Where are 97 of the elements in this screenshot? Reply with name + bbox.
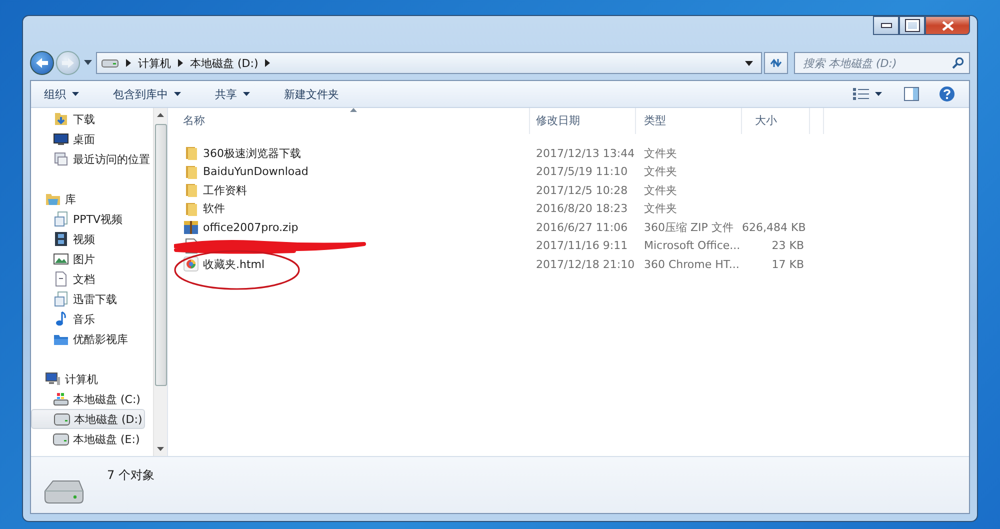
folder-icon — [183, 164, 199, 180]
column-header[interactable]: 修改日期 — [530, 108, 636, 134]
drive-icon — [54, 411, 70, 427]
browser-file-icon — [183, 256, 199, 272]
sidebar-item[interactable]: 最近访问的位置 — [31, 149, 153, 169]
table-cell-text: 360压缩 ZIP 文件 — [643, 220, 734, 235]
archive-icon — [183, 219, 199, 236]
sidebar-item[interactable]: 优酷影视库 — [31, 329, 153, 349]
table-cell-text: 文件夹 — [643, 182, 678, 198]
chevron-icon[interactable] — [265, 59, 270, 67]
back-button[interactable] — [30, 51, 54, 75]
column-header[interactable]: 大小 — [742, 108, 810, 134]
library-icon — [45, 191, 61, 207]
file-name[interactable]: 软件 — [203, 201, 225, 216]
sort-arrow-icon — [350, 108, 357, 112]
system-drive-icon — [53, 391, 69, 407]
dropdown-caret-icon[interactable] — [745, 60, 753, 66]
sidebar-item[interactable]: 本地磁盘 (D:) — [31, 409, 145, 429]
library-document-icon — [53, 211, 69, 227]
scroll-up-icon[interactable] — [157, 113, 164, 117]
table-cell-text: 2017/5/19 11:10 — [535, 165, 629, 178]
folder-icon — [183, 182, 199, 198]
document-icon — [53, 271, 69, 287]
music-note-icon — [53, 311, 69, 327]
chevron-icon[interactable] — [178, 59, 183, 67]
forward-arrow-icon — [61, 57, 75, 69]
sidebar-item[interactable]: PPTV视频 — [31, 209, 153, 229]
sidebar-item[interactable]: 本地磁盘 (E:) — [31, 429, 153, 449]
drive-icon — [101, 58, 119, 68]
drive-icon — [53, 431, 69, 447]
picture-icon — [53, 251, 69, 267]
table-cell-text: 2017/11/16 9:11 — [535, 239, 629, 252]
folder-icon — [183, 145, 199, 162]
toolbar-button[interactable]: 新建文件夹 — [277, 84, 346, 104]
search-field[interactable]: 搜索 本地磁盘 (D:) — [794, 52, 970, 74]
minimize-button[interactable] — [873, 16, 899, 35]
table-cell-text: 2016/8/20 18:23 — [535, 202, 629, 216]
column-header[interactable]: 类型 — [636, 108, 742, 134]
table-cell-text: 360 Chrome HT... — [643, 258, 740, 271]
toolbar-button[interactable]: 共享 — [208, 84, 257, 104]
file-name[interactable]: BaiduYunDownload — [203, 165, 308, 178]
toolbar-button[interactable]: 包含到库中 — [106, 84, 188, 104]
caret-icon — [243, 92, 250, 96]
breadcrumb[interactable]: 计算机 — [138, 56, 171, 70]
download-folder-icon — [53, 111, 69, 127]
sidebar-item[interactable]: 本地磁盘 (C:) — [31, 389, 153, 409]
library-document-icon — [53, 291, 69, 307]
table-cell-text: 文件夹 — [643, 164, 678, 180]
search-icon[interactable] — [952, 57, 964, 69]
sidebar-item[interactable]: 计算机 — [31, 369, 153, 389]
back-arrow-icon — [35, 57, 49, 69]
file-name[interactable]: 工作资料 — [203, 182, 247, 198]
sidebar-item[interactable]: 视频 — [31, 229, 153, 249]
table-cell-text: 2017/12/13 13:44 — [535, 146, 636, 160]
scrollbar[interactable] — [153, 108, 167, 456]
sidebar-item[interactable]: 图片 — [31, 249, 153, 269]
table-cell-text: 文件夹 — [643, 201, 678, 216]
caret-icon[interactable] — [875, 92, 882, 96]
preview-pane-icon[interactable] — [904, 87, 919, 101]
caret-icon[interactable] — [84, 60, 92, 66]
help-icon[interactable] — [939, 86, 955, 102]
film-icon — [53, 231, 69, 247]
caret-icon — [174, 92, 181, 96]
file-name[interactable]: 360极速浏览器下载 — [203, 146, 301, 161]
desktop-icon — [53, 131, 69, 147]
sidebar-item[interactable]: 桌面 — [31, 129, 153, 149]
table-cell-text: 2017/12/18 21:10 — [535, 258, 636, 271]
maximize-button[interactable] — [899, 16, 925, 35]
close-button[interactable] — [925, 16, 970, 35]
sidebar-item[interactable]: 文档 — [31, 269, 153, 289]
file-name[interactable]: 收藏夹.html — [203, 256, 265, 272]
sidebar-item[interactable]: 音乐 — [31, 309, 153, 329]
toolbar-button[interactable]: 组织 — [37, 84, 86, 104]
caret-icon — [72, 92, 79, 96]
table-cell-text: 17 KB — [770, 258, 805, 271]
breadcrumb[interactable]: 本地磁盘 (D:) — [190, 56, 258, 70]
recent-places-icon — [53, 151, 69, 167]
table-cell-text: 626,484 KB — [742, 220, 807, 234]
refresh-icon — [769, 57, 783, 69]
item-count: 7 个对象 — [107, 467, 154, 484]
view-options-icon[interactable] — [853, 88, 869, 100]
table-cell-text: 23 KB — [770, 239, 805, 252]
table-cell-text: 2016/6/27 11:06 — [535, 220, 629, 234]
scroll-down-icon[interactable] — [157, 447, 164, 451]
folder-icon — [183, 200, 199, 217]
computer-icon — [45, 371, 61, 387]
table-cell-text: 文件夹 — [643, 146, 678, 161]
table-cell-text: Microsoft Office... — [643, 239, 742, 252]
address-bar[interactable]: 计算机 本地磁盘 (D:) — [96, 52, 762, 74]
sidebar-item[interactable]: 迅雷下载 — [31, 289, 153, 309]
chevron-icon — [126, 59, 131, 67]
close-icon — [942, 20, 954, 30]
table-cell-text: 2017/12/5 10:28 — [535, 184, 629, 197]
sidebar-item[interactable]: 下载 — [31, 109, 153, 129]
file-name[interactable]: office2007pro.zip — [203, 220, 298, 234]
refresh-button[interactable] — [764, 52, 788, 74]
sidebar-item[interactable]: 库 — [31, 189, 153, 209]
